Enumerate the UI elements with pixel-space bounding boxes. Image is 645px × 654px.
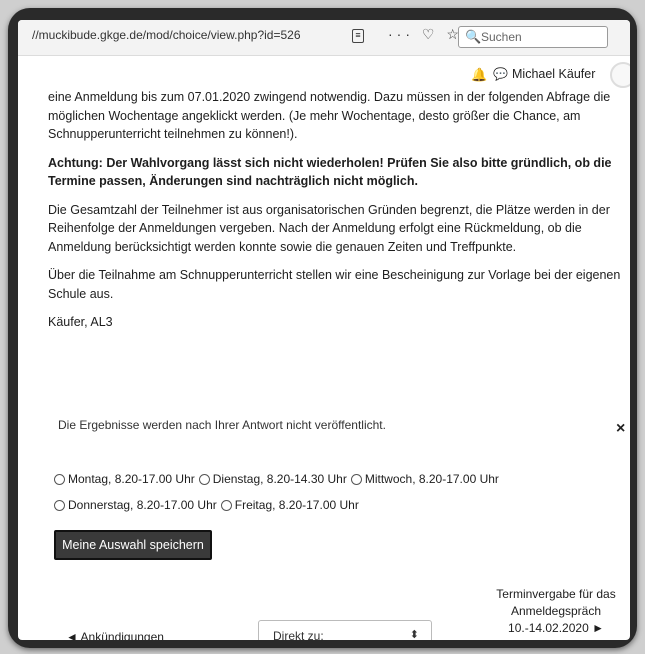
option-mittwoch[interactable]: Mittwoch, 8.20-17.00 Uhr [350,472,499,486]
radio-button-icon[interactable] [54,499,65,511]
intro-paragraph-1: eine Anmeldung bis zum 07.01.2020 zwinge… [48,90,611,141]
messages-chat-icon[interactable]: 💬 [493,67,508,81]
option-label: Mittwoch, 8.20-17.00 Uhr [364,472,499,486]
notifications-bell-icon[interactable]: 🔔 [471,67,487,83]
jump-to-select[interactable]: Direkt zu: ⬍ [258,620,432,640]
intro-paragraph-3: Die Gesamtzahl der Teilnehmer ist aus or… [48,202,610,254]
option-label: Freitag, 8.20-17.00 Uhr [234,498,359,512]
option-label: Donnerstag, 8.20-17.00 Uhr [68,498,217,512]
close-icon[interactable]: × [616,420,625,438]
save-choice-button[interactable]: Meine Auswahl speichern [54,530,212,560]
warning-paragraph: Achtung: Der Wahlvorgang lässt sich nich… [48,154,630,191]
activity-navigation: ◄ Ankündigungen Direkt zu: ⬍ Terminverga… [18,586,630,640]
options-row-2: Donnerstag, 8.20-17.00 Uhr Freitag, 8.20… [54,492,630,518]
choice-intro: eine Anmeldung bis zum 07.01.2020 zwinge… [48,88,630,342]
avatar[interactable] [610,62,630,88]
radio-button-icon[interactable] [54,473,65,485]
next-activity-link[interactable]: Terminvergabe für das Anmeldegspräch 10.… [486,586,626,637]
option-label: Montag, 8.20-17.00 Uhr [68,472,195,486]
browser-screen: //muckibude.gkge.de/mod/choice/view.php?… [18,20,630,640]
intro-paragraph-4: Über die Teilnahme am Schnupperunterrich… [48,268,621,301]
site-header: 🔔 💬 Michael Käufer [18,56,630,92]
search-placeholder: Suchen [481,30,522,44]
option-dienstag[interactable]: Dienstag, 8.20-14.30 Uhr [198,472,347,486]
radio-button-icon[interactable] [350,473,362,485]
option-montag[interactable]: Montag, 8.20-17.00 Uhr [54,472,195,486]
radio-button-icon[interactable] [220,499,232,511]
option-donnerstag[interactable]: Donnerstag, 8.20-17.00 Uhr [54,498,217,512]
option-label: Dienstag, 8.20-14.30 Uhr [212,472,347,486]
page-actions-icons[interactable]: ··· ♡ ☆ [388,26,463,43]
user-menu-name[interactable]: Michael Käufer [512,67,595,81]
option-freitag[interactable]: Freitag, 8.20-17.00 Uhr [220,498,359,512]
search-input[interactable]: 🔍 Suchen [458,26,608,48]
prev-activity-link[interactable]: ◄ Ankündigungen [66,630,164,640]
address-bar[interactable]: //muckibude.gkge.de/mod/choice/view.php?… [32,28,332,48]
radio-button-icon[interactable] [198,473,210,485]
reader-view-icon[interactable]: ≡ [352,29,364,43]
warning-text: Achtung: Der Wahlvorgang lässt sich nich… [48,155,612,189]
results-notice: Die Ergebnisse werden nach Ihrer Antwort… [58,418,386,432]
jump-to-label: Direkt zu: [273,629,324,640]
signature-text: Käufer, AL3 [48,315,113,329]
choice-options: Montag, 8.20-17.00 Uhr Dienstag, 8.20-14… [54,466,630,518]
select-arrows-icon: ⬍ [409,629,419,640]
browser-toolbar: //muckibude.gkge.de/mod/choice/view.php?… [18,20,630,56]
options-row-1: Montag, 8.20-17.00 Uhr Dienstag, 8.20-14… [54,466,630,492]
search-icon: 🔍 [465,29,482,44]
device-frame: //muckibude.gkge.de/mod/choice/view.php?… [8,8,637,648]
